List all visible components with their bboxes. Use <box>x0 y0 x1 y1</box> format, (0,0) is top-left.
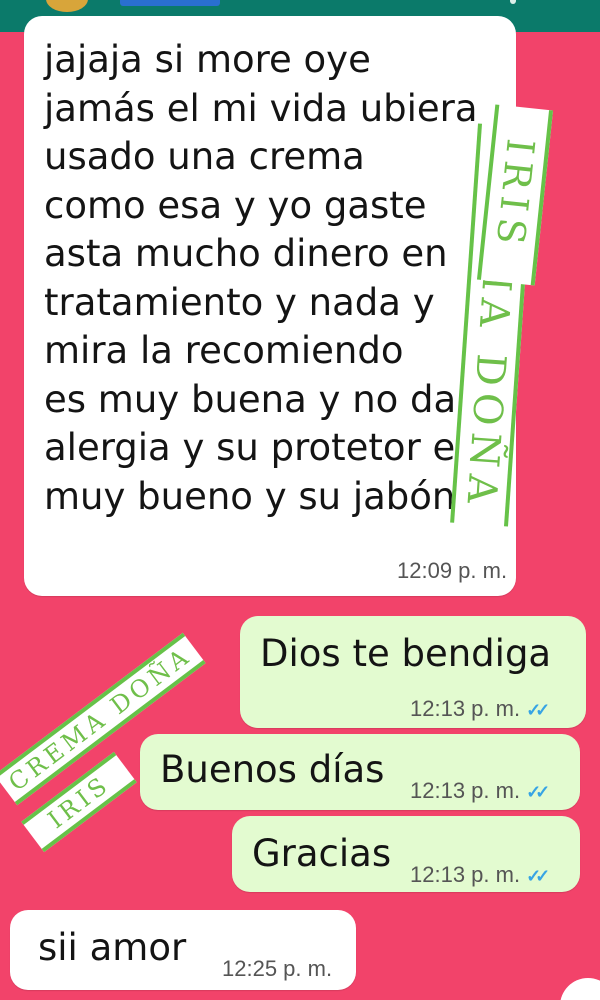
message-time: 12:13 p. m. ✓✓ <box>410 862 550 888</box>
double-check-icon: ✓✓ <box>526 782 550 802</box>
scroll-down-button[interactable] <box>560 978 600 1000</box>
message-time-label: 12:13 p. m. <box>410 778 521 803</box>
message-bubble-outgoing[interactable]: Gracias 12:13 p. m. ✓✓ <box>232 816 580 892</box>
menu-icon[interactable] <box>510 0 516 4</box>
message-bubble-outgoing[interactable]: Dios te bendiga 12:13 p. m. ✓✓ <box>240 616 586 728</box>
contact-avatar[interactable] <box>46 0 88 12</box>
message-text: Dios te bendiga <box>260 632 552 675</box>
contact-name-bar[interactable] <box>120 0 220 6</box>
message-text: Gracias <box>252 832 392 875</box>
message-text: sii amor <box>38 926 187 969</box>
message-bubble-incoming[interactable]: sii amor 12:25 p. m. <box>10 910 356 990</box>
message-time-label: 12:13 p. m. <box>410 862 521 887</box>
message-time: 12:13 p. m. ✓✓ <box>410 696 550 722</box>
message-bubble-outgoing[interactable]: Buenos días 12:13 p. m. ✓✓ <box>140 734 580 810</box>
double-check-icon: ✓✓ <box>526 866 550 886</box>
message-time: 12:25 p. m. <box>222 956 333 981</box>
message-time-label: 12:13 p. m. <box>410 696 521 721</box>
message-text: jajaja si more oye jamás el mi vida ubie… <box>44 38 478 518</box>
message-time: 12:09 p. m. <box>397 558 508 583</box>
message-time: 12:13 p. m. ✓✓ <box>410 778 550 804</box>
message-text: Buenos días <box>160 748 385 791</box>
double-check-icon: ✓✓ <box>526 700 550 720</box>
message-bubble-incoming[interactable]: jajaja si more oye jamás el mi vida ubie… <box>24 16 516 596</box>
